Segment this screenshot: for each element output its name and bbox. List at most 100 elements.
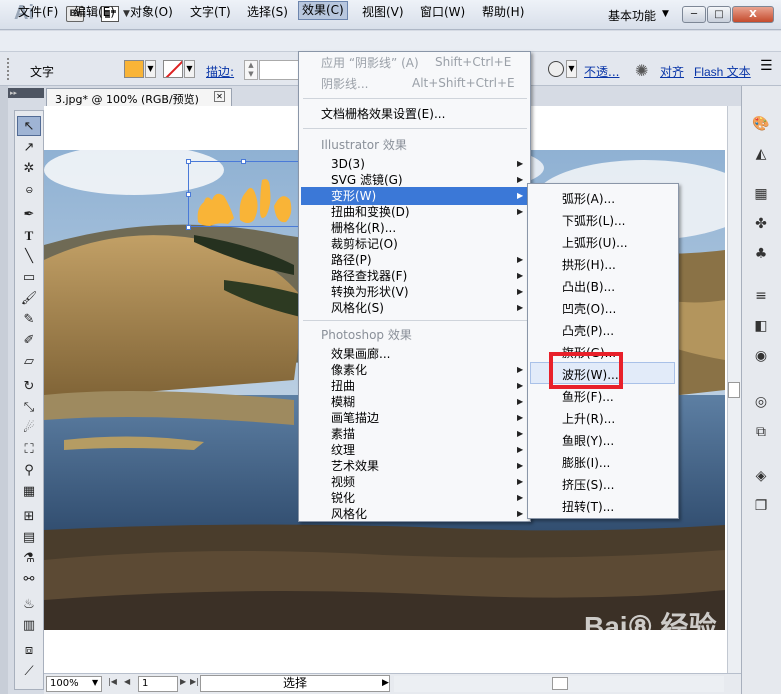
magic-wand-tool-icon[interactable]: ✲ xyxy=(17,159,41,179)
symbol-sprayer-tool-icon[interactable]: ♨ xyxy=(17,595,41,615)
menu-object[interactable]: 对象(O) xyxy=(130,3,173,20)
shape-builder-tool-icon[interactable]: ⚲ xyxy=(17,461,41,481)
menu-item-3d[interactable]: 3D(3) xyxy=(331,156,365,172)
horizontal-scroll-thumb[interactable] xyxy=(552,677,568,690)
menu-item-crop-marks[interactable]: 裁剪标记(O) xyxy=(331,236,398,252)
menu-item-raster-settings[interactable]: 文档栅格效果设置(E)... xyxy=(321,106,445,122)
selection-bounding-box[interactable] xyxy=(188,161,300,227)
free-transform-tool-icon[interactable]: ⛶ xyxy=(17,440,41,460)
menu-item-path[interactable]: 路径(P) xyxy=(331,252,372,268)
menu-item-svg-filters[interactable]: SVG 滤镜(G) xyxy=(331,172,403,188)
menu-item-squeeze[interactable]: 挤压(S)... xyxy=(562,476,614,493)
stroke-color-swatch[interactable] xyxy=(163,60,183,78)
gradient-panel-icon[interactable]: ◧ xyxy=(750,316,772,336)
menu-item-warp[interactable]: 变形(W) xyxy=(331,188,376,204)
fill-dropdown[interactable]: ▼ xyxy=(145,60,156,78)
menu-item-last-effect[interactable]: 阴影线... xyxy=(321,76,368,92)
workspace-switcher[interactable]: 基本功能 xyxy=(608,7,656,24)
chevron-down-icon[interactable]: ▼ xyxy=(662,9,669,19)
stroke-dropdown[interactable]: ▼ xyxy=(184,60,195,78)
menu-item-stylize[interactable]: 风格化(S) xyxy=(331,300,384,316)
color-guide-panel-icon[interactable]: ◭ xyxy=(750,144,772,164)
selection-tool-icon[interactable]: ↖ xyxy=(17,116,41,136)
menu-type[interactable]: 文字(T) xyxy=(190,3,231,20)
brush-dropdown[interactable]: ▼ xyxy=(566,60,577,78)
artboard-number-field[interactable]: 1 xyxy=(138,676,178,692)
pencil-tool-icon[interactable]: ✎ xyxy=(17,310,41,330)
lasso-tool-icon[interactable]: ဓ xyxy=(17,180,41,200)
stroke-link[interactable]: 描边: xyxy=(206,63,234,80)
menu-item-effect-gallery[interactable]: 效果画廊... xyxy=(331,346,390,362)
eyedropper-tool-icon[interactable]: ⚗ xyxy=(17,549,41,569)
rotate-tool-icon[interactable]: ↻ xyxy=(17,377,41,397)
brushes-panel-icon[interactable]: ✤ xyxy=(750,214,772,234)
fill-color-swatch[interactable] xyxy=(124,60,144,78)
menu-item-bulge[interactable]: 凸出(B)... xyxy=(562,278,615,295)
menu-item-rasterize[interactable]: 栅格化(R)... xyxy=(331,220,396,236)
direct-selection-tool-icon[interactable]: ↗ xyxy=(17,138,41,158)
menu-item-apply-last-effect[interactable]: 应用 “阴影线” (A) xyxy=(321,55,419,71)
chevron-down-icon[interactable]: ▼ xyxy=(123,9,130,19)
pen-tool-icon[interactable]: ✒ xyxy=(17,205,41,225)
symbols-panel-icon[interactable]: ♣ xyxy=(750,244,772,264)
chevron-down-icon[interactable]: ▼ xyxy=(92,678,98,687)
resize-handle[interactable] xyxy=(186,225,191,230)
menu-item-arc-lower[interactable]: 下弧形(L)... xyxy=(562,212,626,229)
menu-item-pixelate[interactable]: 像素化 xyxy=(331,362,367,378)
last-artboard-icon[interactable]: ▶| xyxy=(190,677,199,686)
menu-item-shell-upper[interactable]: 凸壳(P)... xyxy=(562,322,614,339)
first-artboard-icon[interactable]: |◀ xyxy=(108,677,117,686)
layers-panel-icon[interactable]: ◈ xyxy=(750,466,772,486)
resize-handle[interactable] xyxy=(186,192,191,197)
stroke-panel-icon[interactable]: ≡ xyxy=(750,286,772,306)
menu-item-distort[interactable]: 扭曲 xyxy=(331,378,355,394)
stroke-weight-stepper[interactable]: ▲ ▼ xyxy=(244,60,258,80)
menu-item-convert-to-shape[interactable]: 转换为形状(V) xyxy=(331,284,409,300)
eraser-tool-icon[interactable]: ▱ xyxy=(17,352,41,372)
resize-handle[interactable] xyxy=(186,159,191,164)
opacity-link[interactable]: 不透... xyxy=(584,63,619,80)
brush-definition-icon[interactable] xyxy=(548,61,564,77)
menu-item-stylize-ps[interactable]: 风格化 xyxy=(331,506,367,522)
gradient-tool-icon[interactable]: ▤ xyxy=(17,528,41,548)
menu-item-rise[interactable]: 上升(R)... xyxy=(562,410,615,427)
menu-item-shell-lower[interactable]: 凹壳(O)... xyxy=(562,300,616,317)
transparency-panel-icon[interactable]: ◉ xyxy=(750,346,772,366)
menu-item-sharpen[interactable]: 锐化 xyxy=(331,490,355,506)
status-display[interactable]: 选择 xyxy=(200,675,390,692)
blob-brush-tool-icon[interactable]: ✐ xyxy=(17,331,41,351)
status-menu-arrow-icon[interactable]: ▶ xyxy=(382,678,389,688)
maximize-button[interactable]: □ xyxy=(707,6,731,23)
column-graph-tool-icon[interactable]: ▥ xyxy=(17,616,41,636)
type-tool-icon[interactable]: T xyxy=(17,226,41,246)
menu-item-sketch[interactable]: 素描 xyxy=(331,426,355,442)
menu-item-distort-transform[interactable]: 扭曲和变换(D) xyxy=(331,204,410,220)
menu-item-twist[interactable]: 扭转(T)... xyxy=(562,498,614,515)
blend-tool-icon[interactable]: ⚯ xyxy=(17,570,41,590)
warp-tool-icon[interactable]: ☄ xyxy=(17,419,41,439)
menu-select[interactable]: 选择(S) xyxy=(247,3,288,20)
artboards-panel-icon[interactable]: ❐ xyxy=(750,496,772,516)
menu-item-fisheye[interactable]: 鱼眼(Y)... xyxy=(562,432,614,449)
menu-item-inflate[interactable]: 膨胀(I)... xyxy=(562,454,610,471)
menu-edit[interactable]: 编辑(E) xyxy=(74,3,115,20)
menu-item-pathfinder[interactable]: 路径查找器(F) xyxy=(331,268,407,284)
menu-item-brush-strokes[interactable]: 画笔描边 xyxy=(331,410,379,426)
menu-item-texture[interactable]: 纹理 xyxy=(331,442,355,458)
close-button[interactable]: X xyxy=(732,6,774,23)
perspective-grid-tool-icon[interactable]: ▦ xyxy=(17,482,41,502)
swatches-panel-icon[interactable]: ▦ xyxy=(750,184,772,204)
menu-file[interactable]: 文件(F) xyxy=(18,3,58,20)
menu-item-artistic[interactable]: 艺术效果 xyxy=(331,458,379,474)
flash-text-link[interactable]: Flash 文本 xyxy=(694,63,751,80)
rectangle-tool-icon[interactable]: ▭ xyxy=(17,268,41,288)
menu-window[interactable]: 窗口(W) xyxy=(420,3,465,20)
color-panel-icon[interactable]: 🎨 xyxy=(750,114,772,134)
paintbrush-tool-icon[interactable]: 🖌 xyxy=(17,289,41,309)
mesh-tool-icon[interactable]: ⊞ xyxy=(17,507,41,527)
panel-menu-icon[interactable]: ☰ xyxy=(760,58,773,74)
scale-tool-icon[interactable]: ⤡ xyxy=(17,398,41,418)
menu-view[interactable]: 视图(V) xyxy=(362,3,404,20)
graphic-styles-panel-icon[interactable]: ⧉ xyxy=(750,422,772,442)
menu-effect[interactable]: 效果(C) xyxy=(298,1,348,20)
